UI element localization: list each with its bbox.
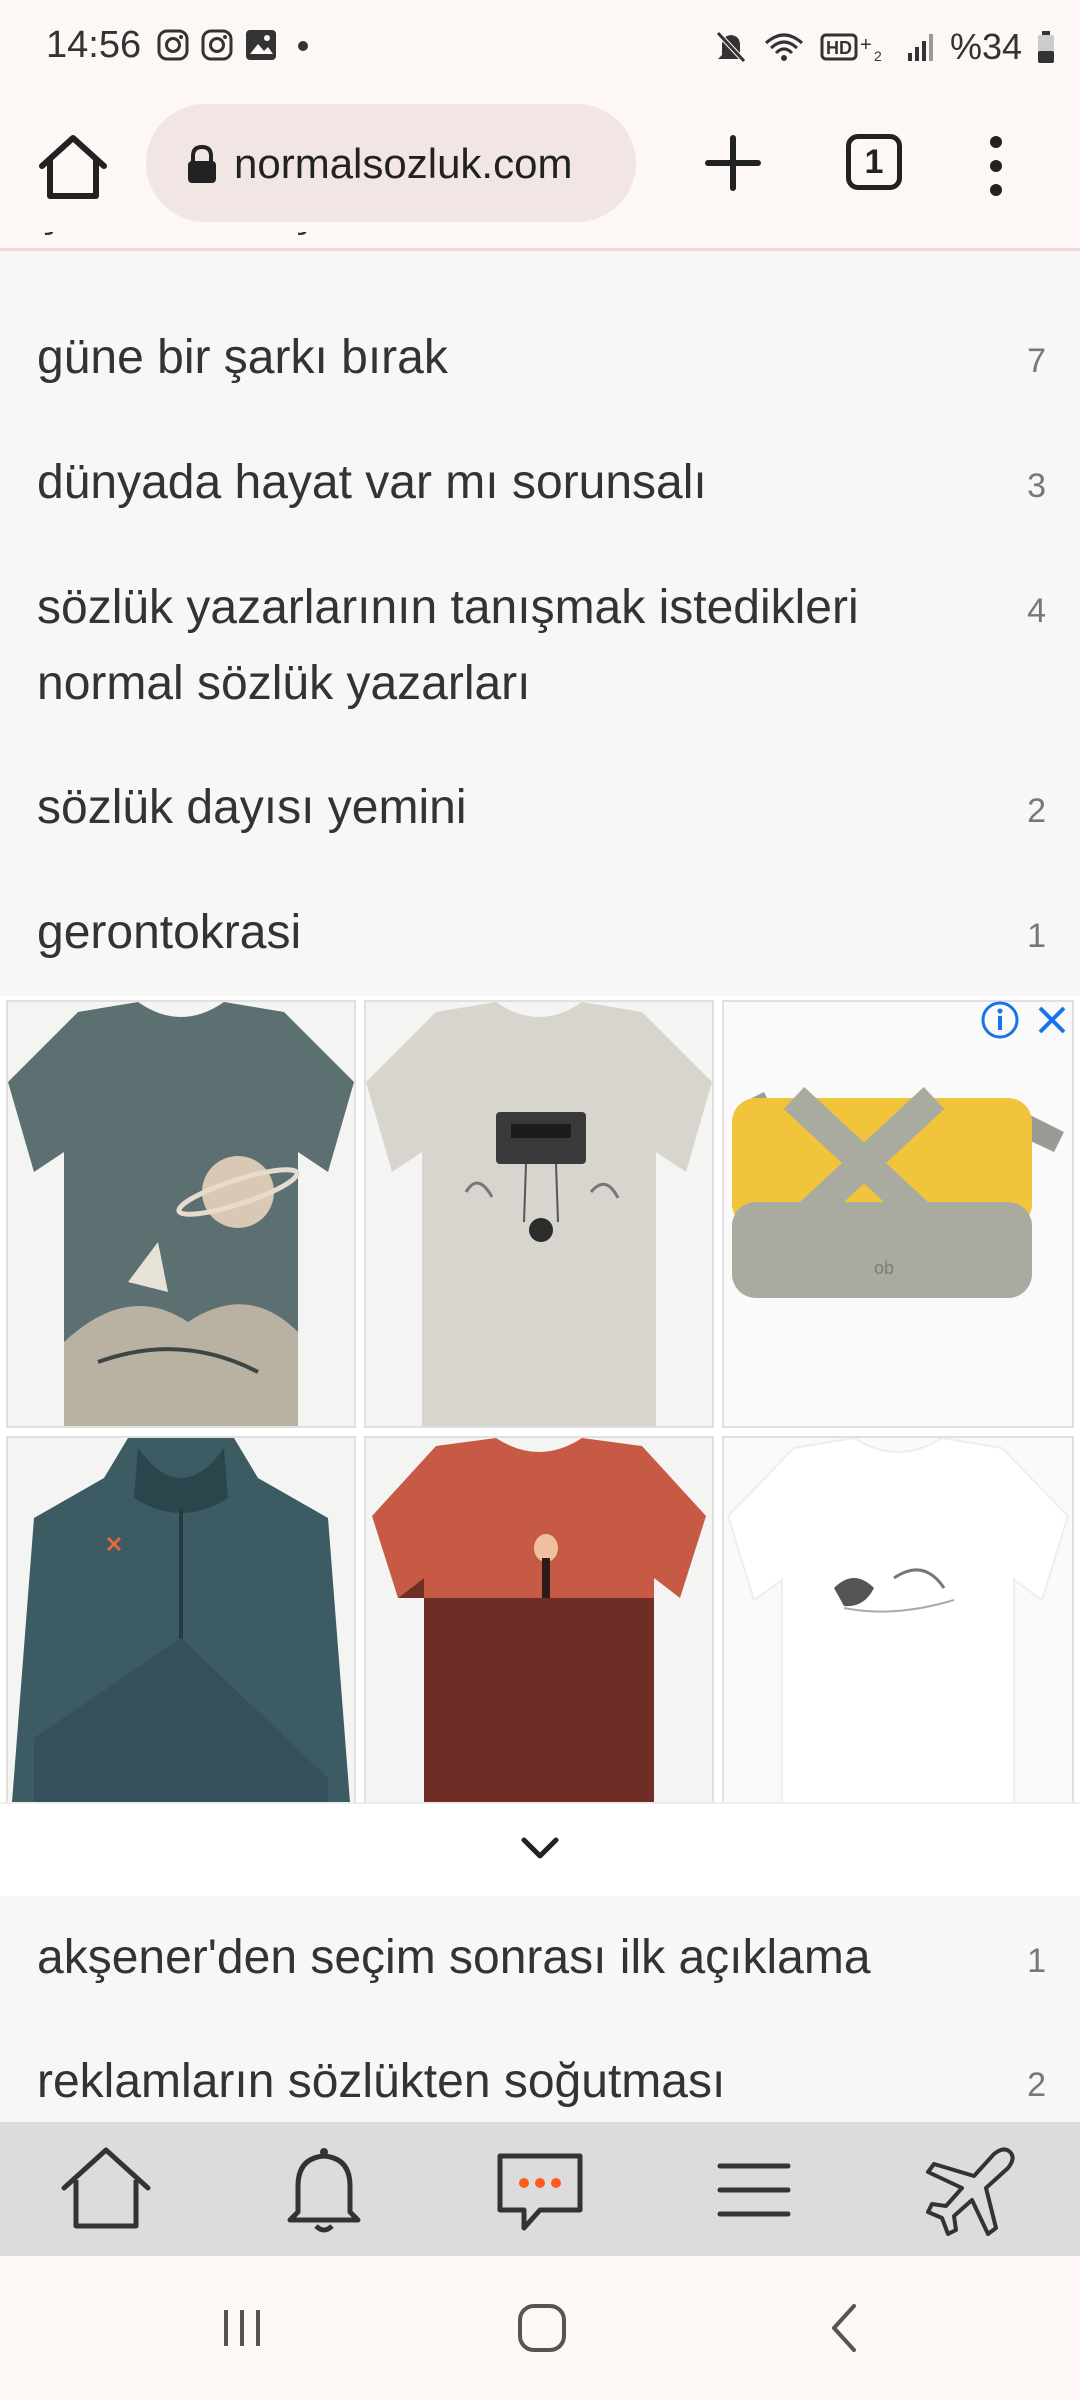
lock-icon <box>188 144 216 183</box>
tab-switcher-button[interactable]: 1 <box>846 134 902 190</box>
notification-dot-icon <box>298 41 308 51</box>
chat-icon[interactable] <box>492 2142 588 2238</box>
yellow-bag-image: ob <box>732 1087 1064 1298</box>
ad-close-icon[interactable] <box>1034 1002 1070 1038</box>
topic-title[interactable]: sözlük dayısı yemini <box>37 770 917 846</box>
ad-collapse-bar[interactable] <box>0 1802 1080 1892</box>
scrolled-off-row: ş ··· ······ ·· ş ··· ···· ··· ···· ··· … <box>37 232 857 254</box>
svg-text:+: + <box>860 34 872 56</box>
system-nav-bar <box>0 2256 1080 2400</box>
new-tab-icon[interactable] <box>700 130 766 196</box>
home-circle-icon[interactable] <box>512 2298 572 2358</box>
ad-banner[interactable]: ob <box>0 996 1080 1896</box>
hamburger-icon[interactable] <box>706 2142 802 2238</box>
more-options-icon[interactable] <box>978 126 1014 206</box>
back-icon[interactable] <box>816 2298 876 2358</box>
svg-text:HD: HD <box>826 38 852 58</box>
topic-title[interactable]: reklamların sözlükten soğutması <box>37 2044 917 2120</box>
topic-title[interactable]: dünyada hayat var mı sorunsalı <box>37 445 917 521</box>
red-tshirt-image <box>372 1438 706 1854</box>
instagram-icon <box>157 29 189 61</box>
tshirt-planet-image <box>8 1002 354 1426</box>
battery-icon <box>1038 31 1054 63</box>
battery-percent: %34 <box>949 26 1022 67</box>
entry-count: 3 <box>1027 467 1046 505</box>
entry-count: 7 <box>1027 342 1046 380</box>
white-tshirt-image <box>726 1438 1070 1854</box>
tshirt-cassette-image <box>366 1002 712 1426</box>
site-bottom-nav <box>0 2122 1080 2256</box>
mute-icon <box>716 31 746 63</box>
home-icon[interactable] <box>58 2142 154 2238</box>
ad-product-card[interactable] <box>364 1436 714 1856</box>
url-bar[interactable]: normalsozluk.com <box>146 104 636 222</box>
topic-title[interactable]: gerontokrasi <box>37 895 917 971</box>
entry-count: 2 <box>1027 2066 1046 2104</box>
browser-toolbar: normalsozluk.com 1 <box>0 100 1080 251</box>
status-time: 14:56 <box>46 24 142 66</box>
topic-title[interactable]: akşener'den seçim sonrası ilk açıklama <box>37 1920 917 1996</box>
chevron-down-icon[interactable] <box>518 1834 562 1864</box>
airplane-icon[interactable] <box>924 2142 1020 2238</box>
topic-title[interactable]: güne bir şarkı bırak <box>37 320 917 396</box>
instagram-icon <box>201 29 233 61</box>
svg-text:ob: ob <box>874 1258 894 1278</box>
ad-product-card[interactable] <box>6 1436 356 1856</box>
entry-count: 1 <box>1027 1942 1046 1980</box>
ad-product-card[interactable] <box>722 1436 1074 1856</box>
recent-apps-icon[interactable] <box>212 2298 272 2358</box>
url-text: normalsozluk.com <box>234 140 573 187</box>
hd-signal-icon: HD +2 <box>820 33 882 64</box>
ad-product-card[interactable]: ob <box>722 1000 1074 1428</box>
gallery-icon <box>246 30 276 60</box>
ad-product-card[interactable] <box>6 1000 356 1428</box>
wifi-icon <box>764 33 803 61</box>
entry-count: 2 <box>1027 792 1046 830</box>
signal-icon <box>907 34 933 61</box>
bell-icon[interactable] <box>276 2142 372 2238</box>
ad-info-icon[interactable] <box>980 1000 1020 1040</box>
status-bar: 14:56 HD +2 %34 <box>0 0 1080 100</box>
topic-title[interactable]: sözlük yazarlarının tanışmak istedikleri… <box>37 570 917 722</box>
ad-product-card[interactable] <box>364 1000 714 1428</box>
entry-count: 1 <box>1027 917 1046 955</box>
home-icon[interactable] <box>34 128 112 206</box>
svg-text:2: 2 <box>874 48 882 64</box>
teal-jacket-image <box>8 1438 354 1854</box>
entry-count: 4 <box>1027 592 1046 630</box>
